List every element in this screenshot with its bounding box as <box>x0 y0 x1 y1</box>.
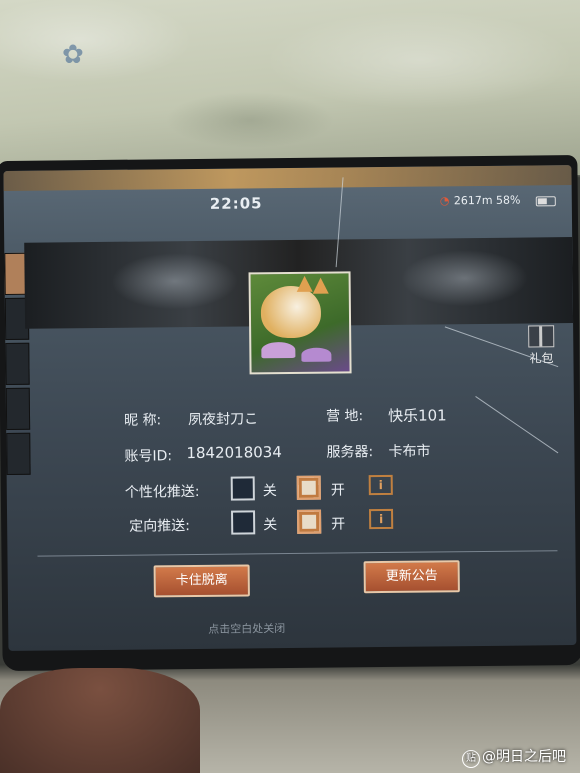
corgi-ear <box>296 275 313 292</box>
targeted-on-checkbox[interactable] <box>297 509 322 534</box>
network-status: 2617m 58% <box>453 193 521 208</box>
server-value: 卡布市 <box>388 443 431 460</box>
info-icon[interactable]: i <box>368 474 393 496</box>
side-tab[interactable] <box>5 387 31 430</box>
phone-frame: 22:05 ◔ 2617m 58% 礼包 昵 称: 夙夜封刀こ 营 地: 快乐1… <box>0 154 580 672</box>
status-bar: 22:05 ◔ 2617m 58% <box>4 189 572 219</box>
personalized-push-label: 个性化推送: <box>124 483 200 501</box>
close-hint: 点击空白处关闭 <box>208 622 286 636</box>
personalized-off-label: 关 <box>262 483 277 500</box>
targeted-push-label: 定向推送: <box>129 518 190 535</box>
stuck-escape-button[interactable]: 卡住脱离 <box>153 564 250 598</box>
nickname-value: 夙夜封刀こ <box>187 411 259 429</box>
tieba-icon: 贴 <box>462 750 480 768</box>
targeted-on-label: 开 <box>331 516 346 533</box>
side-tab[interactable] <box>5 342 30 385</box>
mushroom <box>301 347 332 362</box>
avatar[interactable] <box>248 271 352 375</box>
server-label: 服务器: <box>326 444 374 461</box>
watermark-text: @明日之后吧 <box>482 749 566 765</box>
battery-icon <box>535 196 556 207</box>
camp-label: 营 地: <box>325 408 364 425</box>
side-tab[interactable] <box>6 432 31 475</box>
divider <box>37 550 558 557</box>
personalized-off-checkbox[interactable] <box>230 476 255 501</box>
game-screen: 22:05 ◔ 2617m 58% 礼包 昵 称: 夙夜封刀こ 营 地: 快乐1… <box>3 165 577 651</box>
gift-icon <box>528 325 555 348</box>
camp-value: 快乐101 <box>387 406 447 425</box>
account-label: 账号ID: <box>124 448 173 465</box>
personalized-on-label: 开 <box>330 482 345 499</box>
background-fabric: ✿ <box>0 0 580 175</box>
update-notice-button[interactable]: 更新公告 <box>363 560 460 594</box>
personalized-on-checkbox[interactable] <box>296 475 321 500</box>
hand <box>0 668 200 773</box>
corgi-ear <box>312 277 329 294</box>
nickname-label: 昵 称: <box>123 412 162 429</box>
watermark: 贴 @明日之后吧 <box>462 746 566 768</box>
wifi-icon: ◔ <box>439 194 450 208</box>
targeted-off-checkbox[interactable] <box>231 510 256 535</box>
flower-icon: ✿ <box>62 40 84 70</box>
targeted-off-label: 关 <box>263 517 278 534</box>
account-id: 1842018034 <box>186 443 282 463</box>
top-strip <box>3 165 572 191</box>
screen-crack <box>475 396 559 454</box>
clock: 22:05 <box>209 194 263 213</box>
info-icon[interactable]: i <box>369 508 394 530</box>
mushroom <box>261 341 296 359</box>
